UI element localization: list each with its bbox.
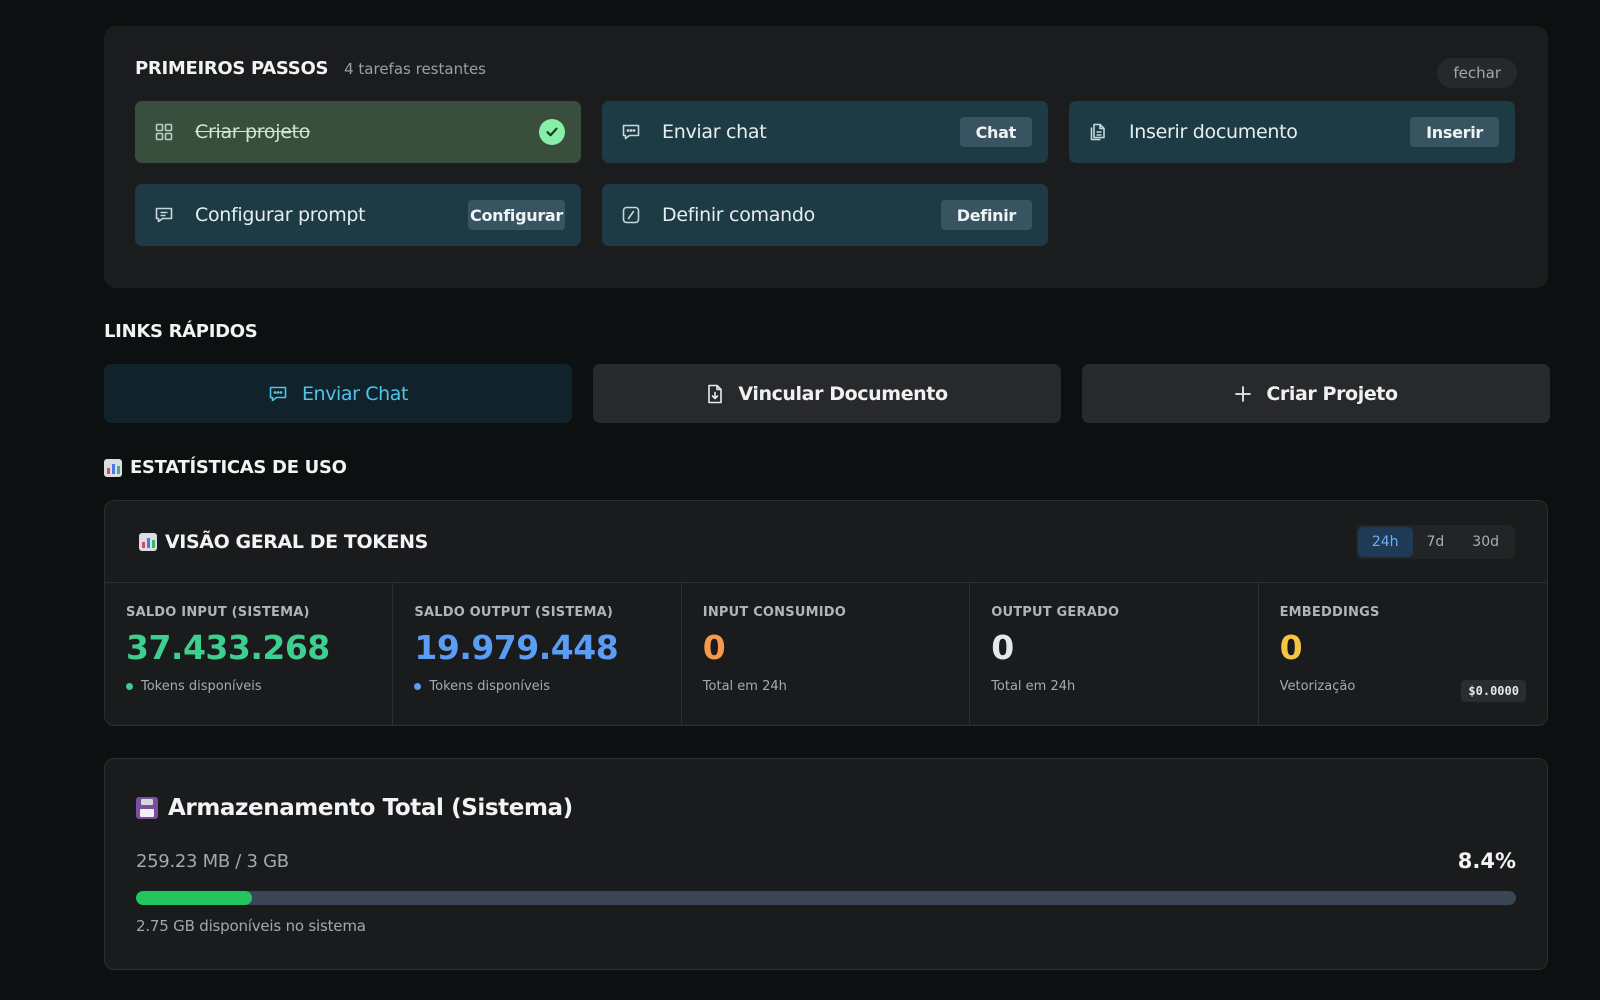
metric-foot: Tokens disponíveis	[414, 679, 660, 694]
step-label: Criar projeto	[195, 121, 311, 143]
send-chat-link[interactable]: Enviar Chat	[104, 364, 572, 423]
storage-title: Armazenamento Total (Sistema)	[136, 795, 1516, 821]
storage-free: 2.75 GB disponíveis no sistema	[136, 917, 366, 935]
step-configure-prompt[interactable]: Configurar prompt Configurar	[135, 184, 581, 246]
metric-input-balance: SALDO INPUT (SISTEMA) 37.433.268 Tokens …	[105, 583, 394, 725]
close-button[interactable]: fechar	[1437, 58, 1517, 88]
metric-foot: Total em 24h	[991, 679, 1076, 694]
tokens-title: VISÃO GERAL DE TOKENS	[139, 531, 428, 553]
define-button[interactable]: Definir	[940, 200, 1032, 230]
metric-value: 0	[702, 628, 726, 667]
step-insert-document[interactable]: Inserir documento Inserir	[1069, 101, 1515, 163]
quick-links-title: LINKS RÁPIDOS	[104, 321, 258, 342]
chat-icon	[620, 121, 642, 143]
grid-icon	[153, 121, 175, 143]
metric-embeddings: EMBEDDINGS 0 Vetorização $0.0000	[1259, 583, 1547, 725]
chat-icon	[268, 384, 288, 404]
step-label: Enviar chat	[662, 121, 767, 143]
storage-progress-bar	[136, 891, 1516, 905]
metric-foot-label: Tokens disponíveis	[429, 679, 551, 694]
link-label: Enviar Chat	[301, 382, 409, 405]
storage-used: 259.23 MB / 3 GB	[136, 850, 289, 872]
bar-chart-icon	[104, 458, 122, 477]
getting-started-title: PRIMEIROS PASSOS	[135, 58, 329, 79]
metric-foot-label: Tokens disponíveis	[141, 679, 262, 694]
step-define-command[interactable]: Definir comando Definir	[602, 184, 1048, 246]
metric-label: INPUT CONSUMIDO	[702, 605, 846, 620]
metric-value: 0	[991, 628, 1014, 667]
tokens-title-label: VISÃO GERAL DE TOKENS	[165, 530, 428, 553]
range-7d[interactable]: 7d	[1413, 527, 1459, 557]
status-dot	[126, 683, 133, 690]
plus-icon	[1234, 385, 1252, 403]
metric-output-generated: OUTPUT GERADO 0 Total em 24h	[970, 583, 1259, 725]
status-dot	[414, 683, 422, 690]
link-label: Vincular Documento	[738, 382, 948, 405]
storage-title-label: Armazenamento Total (Sistema)	[168, 795, 573, 821]
configure-button[interactable]: Configurar	[468, 200, 565, 230]
cost-badge: $0.0000	[1461, 680, 1526, 702]
check-icon	[539, 119, 565, 145]
getting-started-header: PRIMEIROS PASSOS 4 tarefas restantes	[135, 58, 1516, 79]
tokens-header: VISÃO GERAL DE TOKENS 24h 7d 30d	[105, 501, 1547, 583]
metric-output-balance: SALDO OUTPUT (SISTEMA) 19.979.448 Tokens…	[393, 583, 682, 725]
slash-command-icon	[620, 204, 642, 226]
metric-value: 37.433.268	[126, 628, 330, 667]
range-30d[interactable]: 30d	[1458, 527, 1513, 557]
metric-label: SALDO OUTPUT (SISTEMA)	[414, 605, 614, 620]
steps-grid: Criar projeto Enviar chat Chat Inserir d…	[135, 101, 1516, 246]
metric-label: OUTPUT GERADO	[991, 605, 1120, 620]
metric-foot: Tokens disponíveis	[126, 679, 372, 694]
create-project-link[interactable]: Criar Projeto	[1082, 364, 1550, 423]
metric-input-consumed: INPUT CONSUMIDO 0 Total em 24h	[682, 583, 971, 725]
step-send-chat[interactable]: Enviar chat Chat	[602, 101, 1048, 163]
metric-value: 0	[1279, 628, 1303, 667]
documents-icon	[1087, 121, 1109, 143]
quick-links: Enviar Chat Vincular Documento Criar Pro…	[104, 364, 1550, 423]
floppy-disk-icon	[136, 797, 158, 819]
usage-stats-label: ESTATÍSTICAS DE USO	[130, 457, 347, 478]
chat-button[interactable]: Chat	[959, 117, 1032, 147]
storage-panel: Armazenamento Total (Sistema) 259.23 MB …	[104, 758, 1548, 970]
bar-chart-icon	[139, 532, 157, 551]
link-document-link[interactable]: Vincular Documento	[593, 364, 1061, 423]
metric-label: EMBEDDINGS	[1279, 605, 1380, 620]
token-metrics: SALDO INPUT (SISTEMA) 37.433.268 Tokens …	[105, 583, 1547, 725]
storage-progress-fill	[136, 891, 252, 905]
step-label: Inserir documento	[1129, 121, 1298, 143]
step-label: Definir comando	[662, 204, 815, 226]
getting-started-panel: PRIMEIROS PASSOS 4 tarefas restantes fec…	[104, 26, 1548, 288]
storage-percent: 8.4%	[1457, 849, 1516, 873]
step-label: Configurar prompt	[195, 204, 366, 226]
dashboard: PRIMEIROS PASSOS 4 tarefas restantes fec…	[104, 26, 1550, 970]
link-label: Criar Projeto	[1266, 382, 1398, 405]
tasks-remaining: 4 tarefas restantes	[344, 59, 487, 78]
time-range-selector: 24h 7d 30d	[1355, 525, 1515, 559]
usage-stats-title: ESTATÍSTICAS DE USO	[104, 457, 1548, 478]
message-square-icon	[153, 204, 175, 226]
tokens-overview-panel: VISÃO GERAL DE TOKENS 24h 7d 30d SALDO I…	[104, 500, 1548, 726]
storage-summary: 259.23 MB / 3 GB 8.4%	[136, 849, 1516, 873]
metric-label: SALDO INPUT (SISTEMA)	[126, 605, 310, 620]
file-download-icon	[706, 384, 724, 404]
range-24h[interactable]: 24h	[1357, 527, 1413, 557]
metric-value: 19.979.448	[414, 628, 619, 667]
step-create-project[interactable]: Criar projeto	[135, 101, 581, 163]
metric-foot: Total em 24h	[702, 679, 787, 694]
insert-button[interactable]: Inserir	[1410, 117, 1499, 147]
